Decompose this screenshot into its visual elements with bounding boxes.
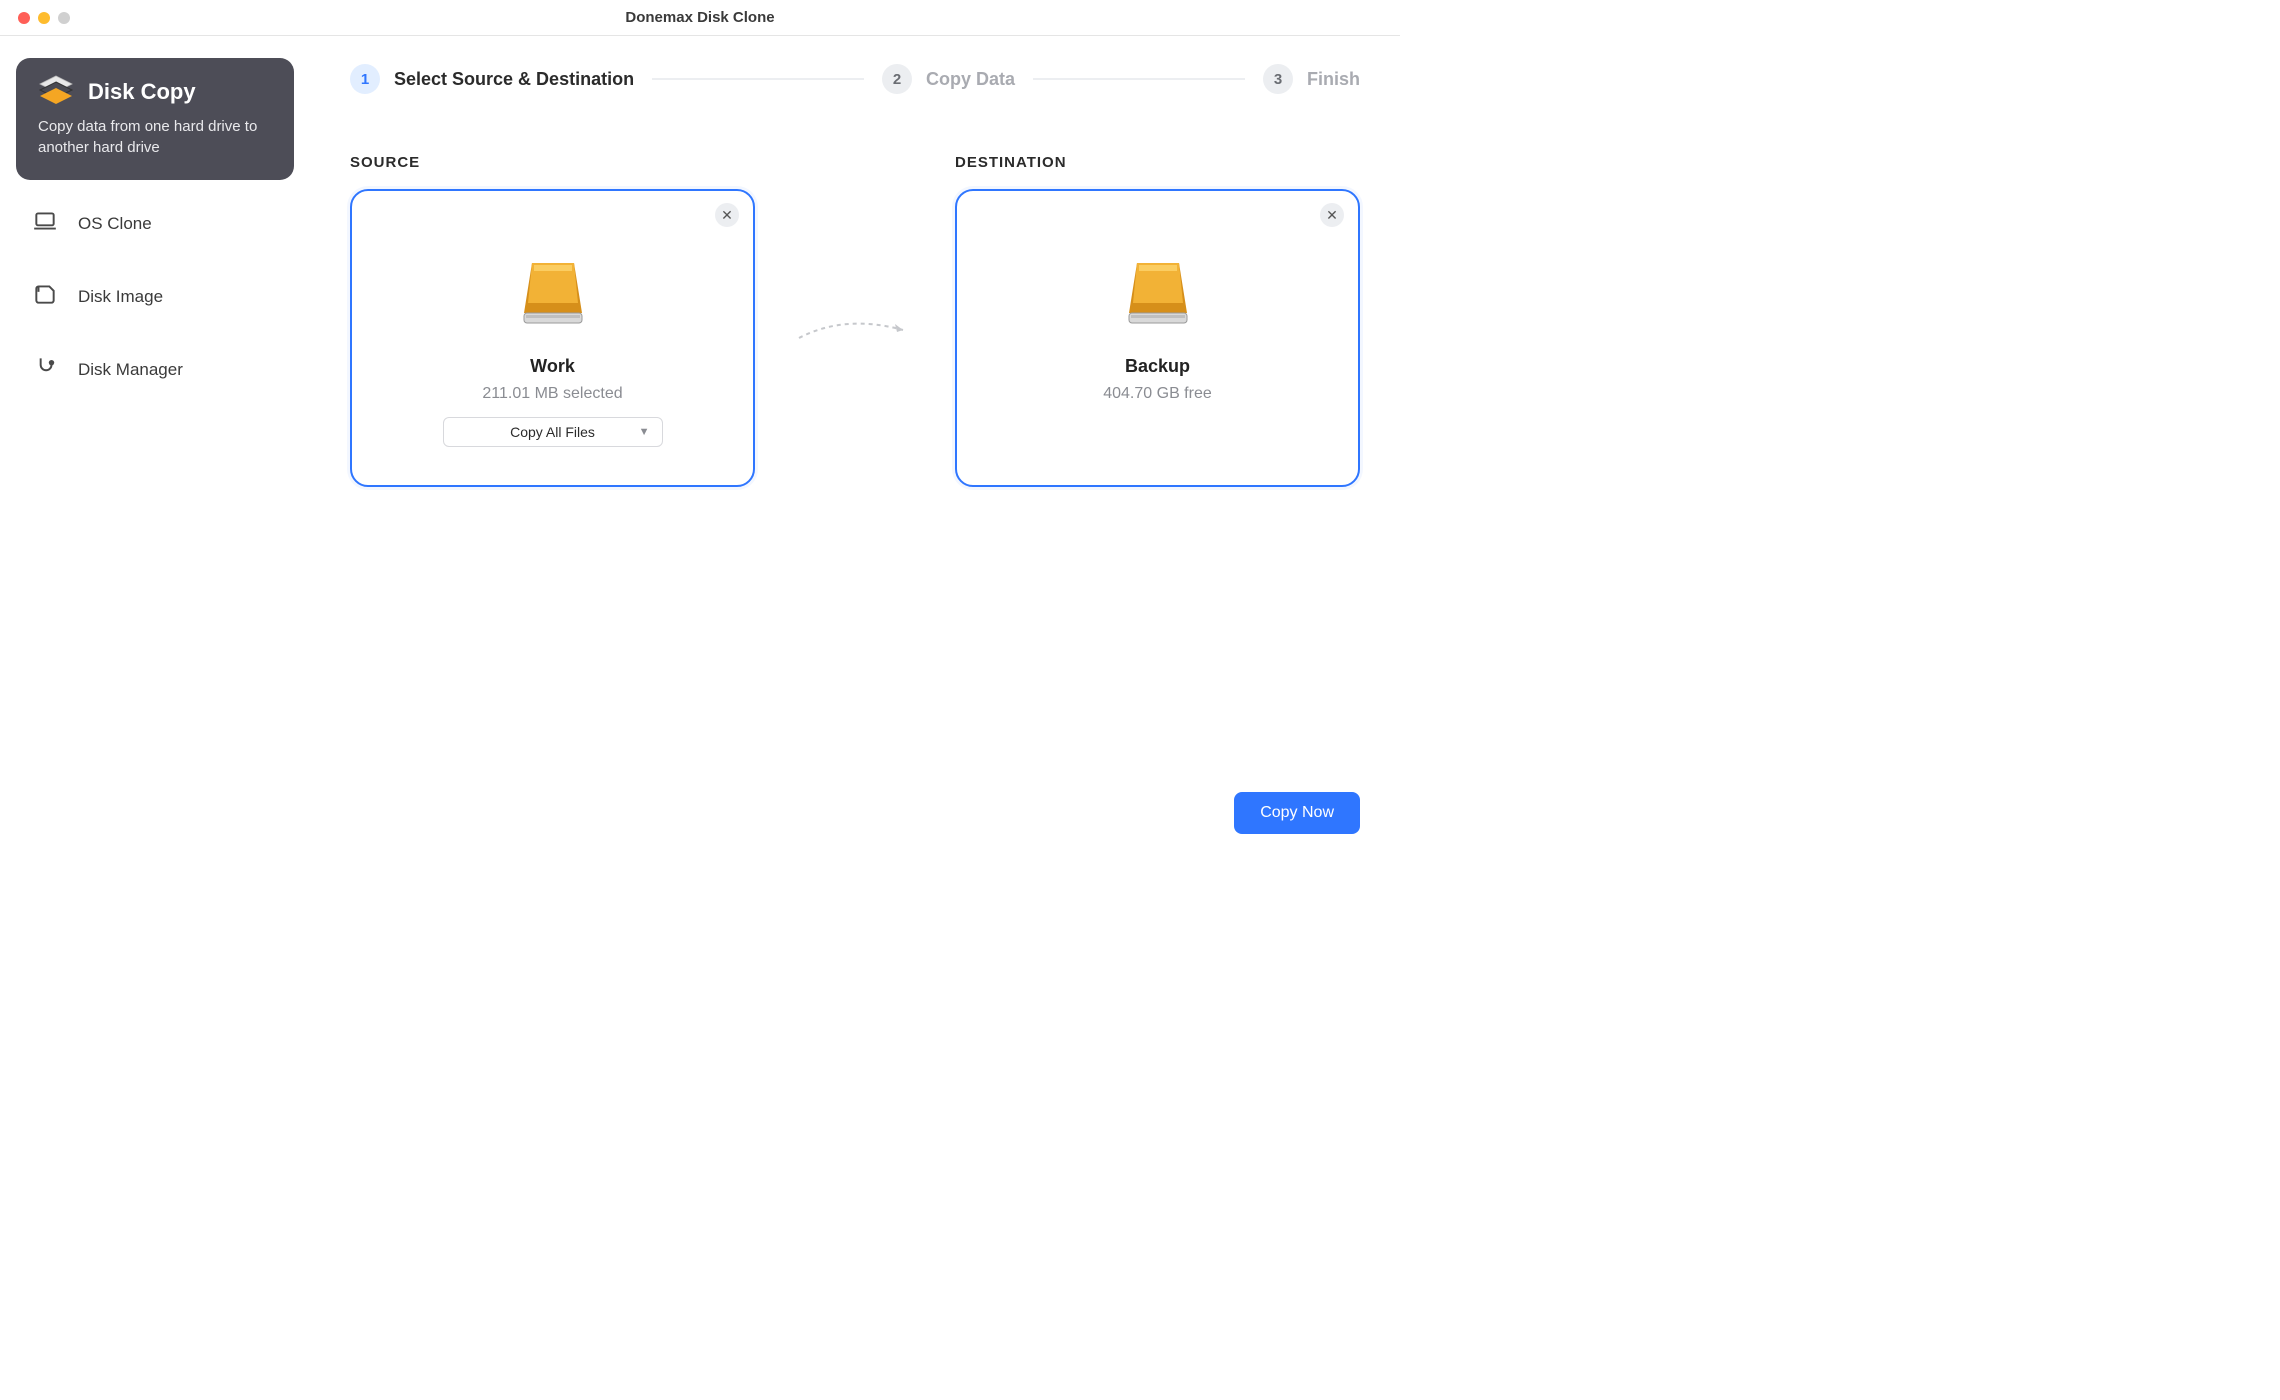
drive-icon <box>1119 255 1197 338</box>
destination-clear-button[interactable]: ✕ <box>1320 203 1344 227</box>
sidebar-active-title: Disk Copy <box>88 79 196 105</box>
window-title: Donemax Disk Clone <box>625 9 774 26</box>
source-drive-card[interactable]: ✕ Work 211.01 MB selected <box>350 189 755 487</box>
sidebar-item-disk-copy[interactable]: Disk Copy Copy data from one hard drive … <box>16 58 294 180</box>
step-1: 1 Select Source & Destination <box>350 64 634 94</box>
step-badge: 2 <box>882 64 912 94</box>
disk-image-icon <box>32 281 58 312</box>
laptop-icon <box>32 208 58 239</box>
window-maximize-button[interactable] <box>58 12 70 24</box>
step-label: Select Source & Destination <box>394 69 634 90</box>
main-panel: 1 Select Source & Destination 2 Copy Dat… <box>310 36 1400 860</box>
step-divider <box>1033 78 1245 80</box>
titlebar: Donemax Disk Clone <box>0 0 1400 36</box>
source-drive-name: Work <box>530 356 575 377</box>
sidebar: Disk Copy Copy data from one hard drive … <box>0 36 310 860</box>
select-value: Copy All Files <box>510 424 595 440</box>
sidebar-item-label: OS Clone <box>78 214 152 234</box>
disk-copy-icon <box>38 78 74 106</box>
destination-column: DESTINATION ✕ Backup <box>955 154 1360 487</box>
step-label: Copy Data <box>926 69 1015 90</box>
chevron-down-icon: ▼ <box>639 426 650 438</box>
close-icon: ✕ <box>1326 207 1338 224</box>
copy-mode-select[interactable]: Copy All Files ▼ <box>443 417 663 447</box>
step-badge: 1 <box>350 64 380 94</box>
sidebar-item-disk-manager[interactable]: Disk Manager <box>16 340 294 399</box>
step-2: 2 Copy Data <box>882 64 1015 94</box>
destination-drive-subtitle: 404.70 GB free <box>1103 385 1212 403</box>
step-divider <box>652 78 864 80</box>
destination-drive-name: Backup <box>1125 356 1190 377</box>
source-drive-subtitle: 211.01 MB selected <box>482 385 622 403</box>
sidebar-active-description: Copy data from one hard drive to another… <box>38 116 272 158</box>
sidebar-item-os-clone[interactable]: OS Clone <box>16 194 294 253</box>
bottom-actions: Copy Now <box>1234 792 1360 834</box>
destination-drive-card[interactable]: ✕ Backup 404.70 GB free <box>955 189 1360 487</box>
sidebar-item-disk-image[interactable]: Disk Image <box>16 267 294 326</box>
drive-icon <box>514 255 592 338</box>
window-controls <box>0 12 70 24</box>
destination-heading: DESTINATION <box>955 154 1360 171</box>
disk-manager-icon <box>32 354 58 385</box>
source-heading: SOURCE <box>350 154 755 171</box>
sidebar-item-label: Disk Image <box>78 287 163 307</box>
source-clear-button[interactable]: ✕ <box>715 203 739 227</box>
source-column: SOURCE ✕ Work <box>350 154 755 487</box>
stepper: 1 Select Source & Destination 2 Copy Dat… <box>350 64 1360 94</box>
step-3: 3 Finish <box>1263 64 1360 94</box>
step-badge: 3 <box>1263 64 1293 94</box>
sidebar-item-label: Disk Manager <box>78 360 183 380</box>
copy-now-button[interactable]: Copy Now <box>1234 792 1360 834</box>
window-close-button[interactable] <box>18 12 30 24</box>
step-label: Finish <box>1307 69 1360 90</box>
window-minimize-button[interactable] <box>38 12 50 24</box>
close-icon: ✕ <box>721 207 733 224</box>
transfer-arrow <box>785 312 925 348</box>
